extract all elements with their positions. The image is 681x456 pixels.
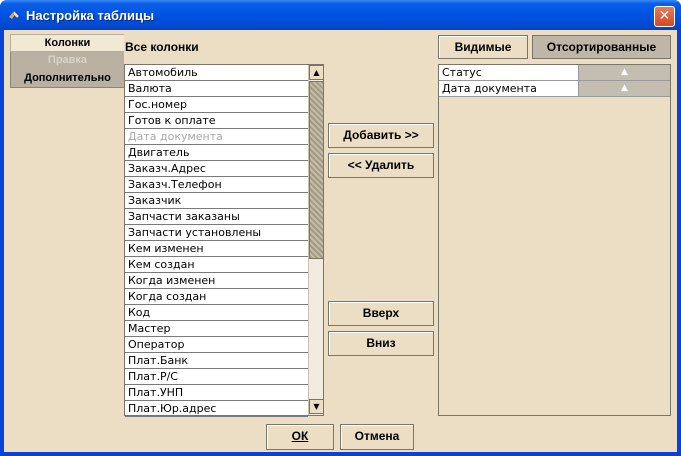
scroll-thumb[interactable] xyxy=(309,81,324,259)
scroll-down-icon[interactable]: ▼ xyxy=(309,399,324,414)
table-row[interactable]: Дата документа ▲ xyxy=(439,81,670,97)
sorted-columns-table[interactable]: Статус ▲ Дата документа ▲ xyxy=(438,64,671,416)
list-scrollbar[interactable]: ▲ ▼ xyxy=(308,65,324,415)
list-item[interactable]: Двигатель xyxy=(125,145,308,161)
app-icon xyxy=(9,10,20,19)
add-button[interactable]: Добавить >> xyxy=(328,123,434,148)
list-item[interactable]: Плат.Р/С xyxy=(125,369,308,385)
remove-button[interactable]: << Удалить xyxy=(328,153,434,178)
list-item[interactable]: Плат.УНП xyxy=(125,385,308,401)
sorted-column-name: Дата документа xyxy=(439,81,579,96)
tab-edit: Правка xyxy=(10,52,124,70)
tab-advanced[interactable]: Дополнительно xyxy=(10,70,124,88)
list-item[interactable]: Код xyxy=(125,305,308,321)
list-item[interactable]: Запчасти установлены xyxy=(125,225,308,241)
list-item[interactable]: Заказч.Телефон xyxy=(125,177,308,193)
list-item[interactable]: Плат.Юр.адрес xyxy=(125,401,308,417)
sort-ascending-icon[interactable]: ▲ xyxy=(579,81,670,96)
cancel-label: Отмена xyxy=(354,429,400,443)
scroll-up-icon[interactable]: ▲ xyxy=(309,65,324,80)
list-item[interactable]: Запчасти заказаны xyxy=(125,209,308,225)
window-title: Настройка таблицы xyxy=(26,8,155,23)
list-item[interactable]: Валюта xyxy=(125,81,308,97)
list-item[interactable]: Мастер xyxy=(125,321,308,337)
list-item[interactable]: Заказч.Адрес xyxy=(125,161,308,177)
move-down-button[interactable]: Вниз xyxy=(328,331,434,356)
all-columns-list[interactable]: Автомобиль Валюта Гос.номер Готов к оплате Д… xyxy=(124,64,324,417)
sorted-columns-button[interactable]: Отсортированные xyxy=(532,35,671,59)
title-bar[interactable]: Настройка таблицы ✕ xyxy=(0,0,681,30)
ok-button[interactable]: ОК xyxy=(266,424,334,450)
move-up-button[interactable]: Вверх xyxy=(328,301,434,326)
dialog-window: Настройка таблицы ✕ Колонки Правка Допол… xyxy=(0,0,681,456)
list-item[interactable]: Плат.Банк xyxy=(125,353,308,369)
tab-columns[interactable]: Колонки xyxy=(10,34,124,52)
list-item[interactable]: Кем изменен xyxy=(125,241,308,257)
list-item[interactable]: Автомобиль xyxy=(125,65,308,81)
list-item[interactable]: Когда изменен xyxy=(125,273,308,289)
list-item[interactable]: Оператор xyxy=(125,337,308,353)
all-columns-label: Все колонки xyxy=(125,40,199,54)
visible-columns-button[interactable]: Видимые xyxy=(438,35,528,59)
cancel-button[interactable]: Отмена xyxy=(340,424,414,450)
list-item[interactable]: Готов к оплате xyxy=(125,113,308,129)
close-button[interactable]: ✕ xyxy=(654,6,675,27)
table-row[interactable]: Статус ▲ xyxy=(439,65,670,81)
list-items: Автомобиль Валюта Гос.номер Готов к оплате Д… xyxy=(125,65,308,417)
list-item[interactable]: Заказчик xyxy=(125,193,308,209)
list-item[interactable]: Когда создан xyxy=(125,289,308,305)
sort-ascending-icon[interactable]: ▲ xyxy=(579,65,670,80)
list-item[interactable]: Дата документа xyxy=(125,129,308,145)
list-item[interactable]: Гос.номер xyxy=(125,97,308,113)
ok-label: ОК xyxy=(291,429,309,443)
sorted-column-name: Статус xyxy=(439,65,579,80)
list-item[interactable]: Кем создан xyxy=(125,257,308,273)
dialog-body: Колонки Правка Дополнительно Все колонки… xyxy=(4,30,677,452)
